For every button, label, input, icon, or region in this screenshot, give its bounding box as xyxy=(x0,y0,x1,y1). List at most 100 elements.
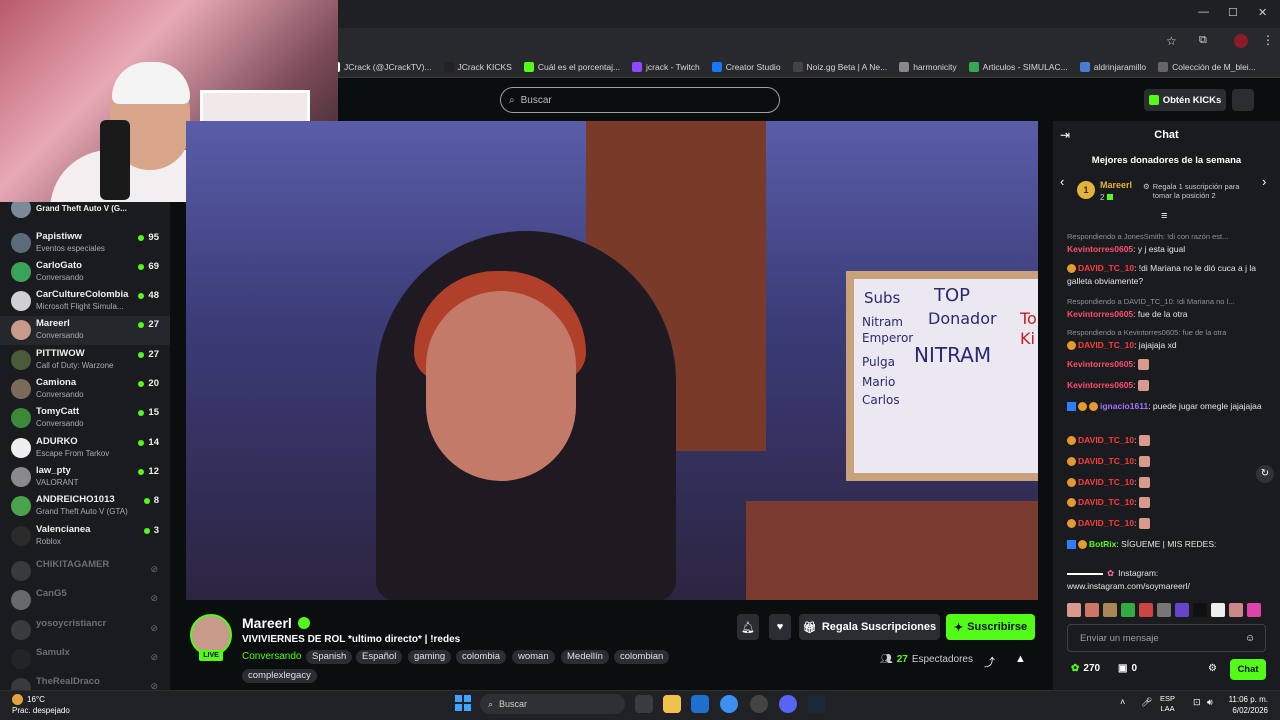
sidebar-channel[interactable]: PITTIWOW Call of Duty: Warzone 27 xyxy=(0,346,170,375)
taskbar-search[interactable]: ⌕ Buscar xyxy=(480,694,625,714)
chat-username[interactable]: DAVID_TC_10 xyxy=(1078,518,1134,528)
bookmark-item[interactable]: Colección de M_blei... xyxy=(1158,61,1256,72)
sidebar-channel[interactable]: CarCultureColombia Microsoft Flight Simul… xyxy=(0,287,170,316)
sidebar-channel[interactable]: TomyCatt Conversando 15 xyxy=(0,404,170,433)
chat-username[interactable]: Kevintorres0605 xyxy=(1067,380,1133,390)
sidebar-channel[interactable]: ANDREICHO1013 Grand Theft Auto V (GTA) 8 xyxy=(0,492,170,521)
weather-widget[interactable]: 16°C Prac. despejado xyxy=(12,694,70,716)
bookmark-item[interactable]: JCrack (@JCrackTV)... xyxy=(330,61,432,72)
file-explorer-icon[interactable] xyxy=(663,695,681,713)
extensions-icon[interactable]: ⧉ xyxy=(1199,34,1207,47)
notifications-bell-icon[interactable]: 🔔︎ xyxy=(737,614,759,640)
instagram-link[interactable]: www.instagram.com/soymareerl/ xyxy=(1067,580,1262,593)
chat-message[interactable]: Kevintorres0605: xyxy=(1067,358,1267,371)
sidebar-channel[interactable]: Valencianea Roblox 3 xyxy=(0,522,170,551)
chat-username[interactable]: Kevintorres0605 xyxy=(1067,359,1133,369)
bookmark-item[interactable]: aldrinjaramillo xyxy=(1079,61,1146,72)
outlook-icon[interactable] xyxy=(691,695,709,713)
chevron-left-icon[interactable]: ‹ xyxy=(1060,174,1064,189)
chat-message[interactable]: Respondiendo a Kevintorres0605: fue de l… xyxy=(1067,326,1267,352)
stream-tag[interactable]: woman xyxy=(512,650,555,664)
video-player[interactable]: Subs TOP Donador NITRAM Nitram Emperor P… xyxy=(186,121,1038,600)
chat-username[interactable]: DAVID_TC_10 xyxy=(1078,263,1134,273)
chat-message[interactable]: Respondiendo a DAVID_TC_10: !di Mariana … xyxy=(1067,295,1267,321)
share-icon[interactable]: ⤴ xyxy=(984,654,995,670)
sidebar-channel[interactable]: Papistiww Eventos especiales 95 xyxy=(0,229,170,258)
language-indicator[interactable]: ESP LAA xyxy=(1160,694,1175,714)
sidebar-channel[interactable]: ADURKO Escape From Tarkov 14 xyxy=(0,434,170,463)
network-icon[interactable]: ⊡ xyxy=(1193,697,1201,708)
sidebar-channel[interactable]: yosoycristiancr ⊘ xyxy=(0,616,170,645)
discord-icon[interactable] xyxy=(779,695,797,713)
task-view-icon[interactable] xyxy=(635,695,653,713)
chat-message[interactable]: DAVID_TC_10: !di Mariana no le dió cuca … xyxy=(1067,262,1267,288)
chat-send-button[interactable]: Chat xyxy=(1230,659,1266,680)
bookmark-item[interactable]: jcrack - Twitch xyxy=(632,61,700,72)
chat-username[interactable]: Kevintorres0605 xyxy=(1067,309,1133,319)
emoji-icon[interactable]: ☺ xyxy=(1245,633,1255,644)
streamer-name[interactable]: Mareerl xyxy=(242,615,292,631)
chat-username[interactable]: DAVID_TC_10 xyxy=(1078,340,1134,350)
chevron-right-icon[interactable]: › xyxy=(1262,174,1266,189)
bookmark-item[interactable]: Articulos - SIMULAC... xyxy=(968,61,1068,72)
donor-name[interactable]: Mareerl xyxy=(1100,180,1132,190)
system-clock[interactable]: 11:06 p. m. 6/02/2026 xyxy=(1222,694,1268,716)
sidebar-channel[interactable]: TheRealDraco ⊘ xyxy=(0,674,170,690)
follow-heart-icon[interactable]: ♥ xyxy=(769,614,791,640)
report-icon[interactable]: ▲ xyxy=(1015,653,1026,665)
tray-chevron-icon[interactable]: ˄ xyxy=(1120,697,1125,707)
chat-message[interactable]: DAVID_TC_10: xyxy=(1067,434,1267,447)
channel-points[interactable]: ✿ 270 xyxy=(1071,663,1100,674)
chat-message[interactable]: DAVID_TC_10: xyxy=(1067,496,1267,509)
bookmark-item[interactable]: Creator Studio xyxy=(711,61,781,72)
chat-username[interactable]: DAVID_TC_10 xyxy=(1078,435,1134,445)
chrome-icon[interactable] xyxy=(720,695,738,713)
bookmark-item[interactable]: JCrack KICKS xyxy=(443,61,512,72)
chat-username[interactable]: DAVID_TC_10 xyxy=(1078,477,1134,487)
close-button[interactable]: ✕ xyxy=(1258,6,1267,19)
scroll-resume-icon[interactable]: ↻ xyxy=(1256,465,1274,483)
chat-username[interactable]: ignacio1611 xyxy=(1100,401,1148,411)
sidebar-channel[interactable]: Samulx ⊘ xyxy=(0,645,170,674)
stream-tag[interactable]: complexlegacy xyxy=(242,669,317,683)
subscribe-button[interactable]: ✦ Suscribirse xyxy=(946,614,1035,640)
sidebar-channel[interactable]: CanG5 ⊘ xyxy=(0,586,170,615)
chat-settings-icon[interactable]: ⚙ xyxy=(1208,663,1217,674)
chat-username[interactable]: Kevintorres0605 xyxy=(1067,244,1133,254)
stream-tag[interactable]: gaming xyxy=(408,650,452,664)
search-input[interactable]: ⌕ Buscar xyxy=(500,87,780,113)
more-menu-icon[interactable]: ⋮ xyxy=(1262,33,1274,47)
sidebar-channel[interactable]: law_pty VALORANT 12 xyxy=(0,463,170,492)
windows-start-icon[interactable] xyxy=(455,695,471,711)
profile-icon[interactable] xyxy=(1234,34,1248,48)
chat-message[interactable]: DAVID_TC_10: xyxy=(1067,455,1267,468)
chat-message[interactable]: DAVID_TC_10: xyxy=(1067,517,1267,530)
maximize-button[interactable]: ☐ xyxy=(1228,6,1238,19)
chat-message[interactable]: Respondiendo a JonesSmith: !di con razón… xyxy=(1067,230,1267,256)
stream-tag[interactable]: Español xyxy=(356,650,403,664)
pinned-filter-icon[interactable]: ≡ xyxy=(1161,210,1167,222)
sidebar-channel[interactable]: Camiona Conversando 20 xyxy=(0,375,170,404)
volume-icon[interactable]: 🔊︎ xyxy=(1207,697,1213,708)
chat-input[interactable]: Enviar un mensaje xyxy=(1067,624,1266,652)
get-kicks-button[interactable]: Obtén KICKs xyxy=(1144,89,1226,111)
gift-subs-button[interactable]: 🎁︎ Regala Suscripciones xyxy=(799,614,940,640)
user-avatar[interactable] xyxy=(1232,89,1254,111)
stream-category[interactable]: Conversando xyxy=(242,651,301,662)
chat-message[interactable]: ignacio1611: puede jugar omegle jajajaja… xyxy=(1067,400,1267,413)
sidebar-channel[interactable]: CarloGato Conversando 69 xyxy=(0,258,170,287)
chat-username[interactable]: DAVID_TC_10 xyxy=(1078,497,1134,507)
sidebar-channel[interactable]: Grand Theft Auto V (G... xyxy=(0,202,170,218)
bookmark-star-icon[interactable]: ☆ xyxy=(1166,34,1177,48)
bookmark-item[interactable]: harmonicity xyxy=(899,61,957,72)
stream-tag[interactable]: colombia xyxy=(456,650,507,664)
bookmark-item[interactable]: Cuál es el porcentaj... xyxy=(523,61,620,72)
steam-icon[interactable] xyxy=(808,695,826,713)
chat-message[interactable]: DAVID_TC_10: xyxy=(1067,476,1267,489)
subscriptions-count[interactable]: ▣ 0 xyxy=(1118,663,1137,674)
obs-icon[interactable] xyxy=(750,695,768,713)
bookmark-item[interactable]: Noiz.gg Beta | A Ne... xyxy=(792,61,887,72)
chat-message[interactable]: Kevintorres0605: xyxy=(1067,379,1267,392)
chat-username[interactable]: BotRix xyxy=(1089,539,1116,549)
chat-username[interactable]: DAVID_TC_10 xyxy=(1078,456,1134,466)
